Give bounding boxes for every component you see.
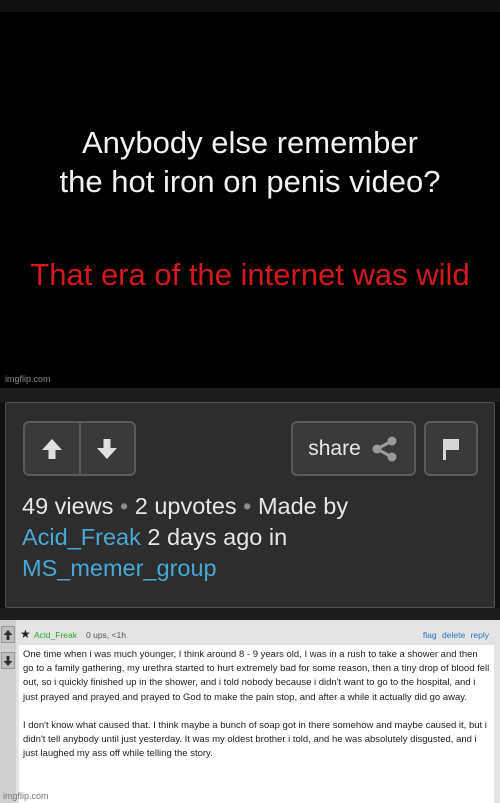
flag-icon — [443, 438, 459, 460]
vote-buttons — [23, 421, 136, 476]
stats-separator: • — [119, 493, 129, 519]
upvotes-count: 2 upvotes — [134, 493, 237, 519]
star-icon: ★ — [20, 627, 31, 641]
comment-paragraph: I don't know what caused that. I think m… — [23, 720, 487, 760]
comment-downvote-button[interactable] — [1, 652, 15, 669]
comment-header: ★ Acid_Freak 0 ups, <1h flag delete repl… — [20, 627, 495, 643]
downvote-button[interactable] — [78, 423, 135, 474]
meme-stats: 49 views • 2 upvotes • Made by Acid_Frea… — [22, 491, 482, 584]
separator-band — [0, 608, 500, 620]
comment-paragraph: One time when i was much younger, I thin… — [23, 649, 490, 703]
share-button[interactable]: share — [291, 421, 416, 476]
meme-image[interactable]: Anybody else remember the hot iron on pe… — [0, 0, 500, 388]
views-count: 49 views — [22, 493, 114, 519]
meme-caption-red: That era of the internet was wild — [30, 257, 470, 292]
stream-link[interactable]: MS_memer_group — [22, 555, 217, 581]
meme-info-panel: share 49 views • 2 upvotes • Made by Aci… — [5, 402, 495, 608]
comment-delete-link[interactable]: delete — [442, 630, 465, 640]
author-link[interactable]: Acid_Freak — [22, 524, 141, 550]
share-label: share — [308, 436, 361, 460]
meme-top-bar — [0, 0, 500, 12]
share-icon — [372, 436, 397, 461]
arrow-up-icon — [41, 438, 62, 459]
meme-text-line-2: the hot iron on penis video? — [59, 164, 441, 199]
time-ago: 2 days ago in — [147, 524, 288, 550]
flag-button[interactable] — [424, 421, 478, 476]
meme-text-line-1: Anybody else remember — [82, 125, 418, 160]
separator-band — [0, 388, 500, 402]
arrow-down-icon — [97, 438, 118, 459]
comment-reply-link[interactable]: reply — [471, 630, 489, 640]
footer-watermark: imgflip.com — [3, 791, 49, 801]
comment-body: One time when i was much younger, I thin… — [19, 645, 494, 803]
upvote-button[interactable] — [25, 423, 79, 474]
comment-username[interactable]: Acid_Freak — [34, 630, 77, 640]
arrow-down-icon — [3, 655, 13, 666]
comment-meta: 0 ups, <1h — [86, 630, 126, 640]
arrow-up-icon — [3, 629, 13, 640]
comment-upvote-button[interactable] — [1, 626, 15, 643]
made-by-label: Made by — [257, 493, 349, 519]
comment-vote-column — [0, 620, 16, 803]
comment: ★ Acid_Freak 0 ups, <1h flag delete repl… — [0, 620, 500, 803]
comment-flag-link[interactable]: flag — [423, 630, 437, 640]
comment-actions: flag delete reply — [420, 630, 489, 640]
stats-separator: • — [243, 493, 252, 519]
meme-watermark: imgflip.com — [5, 374, 51, 384]
